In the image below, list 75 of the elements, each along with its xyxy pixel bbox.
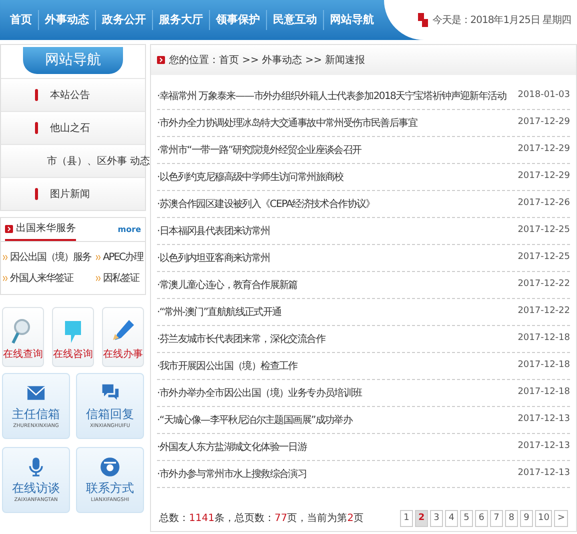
date-text: 今天是：2018年1月25日 星期四 bbox=[432, 14, 571, 28]
news-date: 2017-12-26 bbox=[518, 197, 570, 210]
news-date: 2017-12-25 bbox=[518, 251, 570, 264]
page-button[interactable]: > bbox=[554, 510, 568, 527]
news-date: 2017-12-13 bbox=[518, 413, 570, 426]
service-link[interactable]: 因公出国（境）服务 bbox=[10, 250, 91, 265]
news-link[interactable]: ·以色列约克尼穆高级中学师生访问常州旅商校 bbox=[157, 170, 344, 184]
calendar-icon bbox=[418, 13, 428, 27]
page-button[interactable]: 2 bbox=[415, 510, 428, 527]
news-link[interactable]: ·常州市“一带一路”研究院境外经贸企业座谈会召开 bbox=[157, 142, 362, 158]
page-button[interactable]: 4 bbox=[445, 510, 458, 527]
news-date: 2017-12-22 bbox=[518, 278, 570, 292]
news-link[interactable]: ·市外办全力协调处理冰岛特大交通事故中常州受伤市民善后事宜 bbox=[157, 116, 417, 130]
service-link[interactable]: 外国人来华签证 bbox=[10, 271, 73, 286]
page-button[interactable]: 10 bbox=[535, 510, 552, 527]
sidebar-item[interactable]: 市（县）、区外事 动态 bbox=[47, 154, 150, 168]
news-link[interactable]: ·外国友人东方盐湖城文化体验一日游 bbox=[157, 440, 307, 454]
nav-tab[interactable]: 民意互动 bbox=[267, 8, 323, 32]
service-link[interactable]: 因私签证 bbox=[102, 271, 139, 286]
news-date: 2017-12-22 bbox=[518, 305, 570, 318]
nav-tab[interactable]: 外事动态 bbox=[39, 8, 95, 32]
chevron-icon bbox=[96, 276, 101, 281]
arrow-icon bbox=[157, 56, 165, 64]
marker-icon bbox=[35, 188, 38, 200]
page-button[interactable]: 8 bbox=[505, 510, 518, 527]
page-button[interactable]: 1 bbox=[400, 510, 413, 527]
news-date: 2017-12-29 bbox=[518, 116, 570, 130]
news-date: 2017-12-18 bbox=[518, 332, 570, 346]
news-link[interactable]: ·市外办参与常州市水上搜救综合演习 bbox=[157, 466, 307, 482]
news-link[interactable]: ·以色列内坦亚客商来访常州 bbox=[157, 250, 270, 266]
nav-tab[interactable]: 领事保护 bbox=[210, 8, 266, 32]
news-link[interactable]: ·苏澳合作园区建设被列入《CEPA经济技术合作协议》 bbox=[157, 196, 375, 212]
page-button[interactable]: 9 bbox=[520, 510, 533, 527]
nav-tab[interactable]: 政务公开 bbox=[96, 8, 152, 32]
breadcrumb: 您的位置：首页 >> 外事动态 >> 新闻速报 bbox=[169, 54, 366, 68]
more-link[interactable]: more bbox=[118, 224, 141, 236]
page-summary: 总数：1141条，总页数：77页，当前为第2页 bbox=[159, 512, 364, 526]
chevron-icon bbox=[3, 255, 8, 260]
news-link[interactable]: ·日本福冈县代表团来访常州 bbox=[157, 224, 270, 238]
news-date: 2017-12-18 bbox=[518, 359, 570, 372]
marker-icon bbox=[35, 122, 38, 134]
page-button[interactable]: 7 bbox=[490, 510, 503, 527]
news-link[interactable]: ·“天城心像—李平秋尼泊尔主题国画展”成功举办 bbox=[157, 412, 352, 428]
sidebar-item[interactable]: 他山之石 bbox=[50, 120, 90, 136]
page-button[interactable]: 3 bbox=[430, 510, 443, 527]
news-date: 2017-12-29 bbox=[518, 170, 570, 184]
arrow-icon bbox=[5, 224, 13, 232]
page-button[interactable]: 5 bbox=[460, 510, 473, 527]
sidebar-item[interactable]: 本站公告 bbox=[50, 88, 90, 102]
page-button[interactable]: 6 bbox=[475, 510, 488, 527]
news-date: 2017-12-13 bbox=[518, 440, 570, 454]
chevron-icon bbox=[3, 276, 8, 281]
sidebar-item[interactable]: 图片新闻 bbox=[50, 186, 90, 202]
news-date: 2017-12-29 bbox=[518, 143, 570, 156]
news-link[interactable]: ·幸福常州 万象泰来——市外办组织外籍人士代表参加2018天宁宝塔祈钟声迎新年活动 bbox=[157, 88, 506, 104]
services-title: 出国来华服务 bbox=[16, 222, 76, 236]
quick-service-button[interactable]: 在线咨询 bbox=[52, 307, 94, 367]
news-link[interactable]: ·市外办举办全市因公出国（境）业务专办员培训班 bbox=[157, 386, 362, 400]
news-date: 2017-12-25 bbox=[518, 224, 570, 238]
nav-tab[interactable]: 网站导航 bbox=[324, 8, 380, 32]
chevron-icon bbox=[96, 255, 101, 260]
news-date: 2017-12-13 bbox=[518, 467, 570, 480]
news-link[interactable]: ·我市开展因公出国（境）检查工作 bbox=[157, 358, 298, 374]
quick-service-button[interactable]: 在线办事 bbox=[102, 307, 144, 367]
nav-tab[interactable]: 首页 bbox=[4, 8, 38, 32]
nav-tab[interactable]: 服务大厅 bbox=[153, 8, 209, 32]
quick-service-button[interactable]: 在线查询 bbox=[2, 307, 44, 367]
news-link[interactable]: ·芬兰友城市长代表团来常，深化交流合作 bbox=[157, 332, 325, 346]
news-date: 2017-12-18 bbox=[518, 386, 570, 400]
sidebar-title: 网站导航 bbox=[23, 47, 123, 74]
news-link[interactable]: ·常澳儿童心连心，教育合作展新篇 bbox=[157, 278, 298, 292]
news-link[interactable]: ·“常州-澳门”直航航线正式开通 bbox=[157, 304, 282, 320]
marker-icon bbox=[35, 89, 38, 101]
service-link[interactable]: APEC办理 bbox=[102, 250, 143, 265]
news-date: 2018-01-03 bbox=[518, 89, 570, 102]
